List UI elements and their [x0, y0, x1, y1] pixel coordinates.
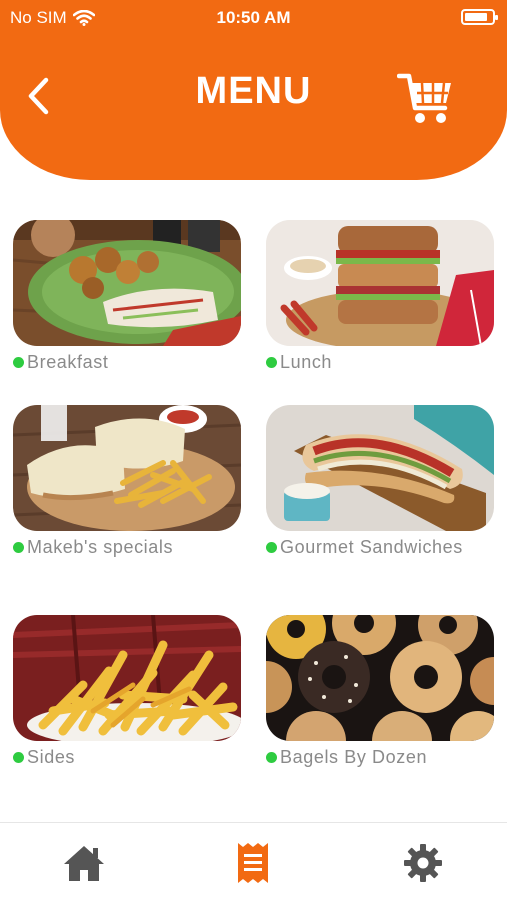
status-bar: No SIM 10:50 AM: [0, 0, 507, 34]
home-icon: [64, 846, 104, 881]
category-tile-breakfast[interactable]: Breakfast: [13, 220, 241, 374]
category-label: Sides: [13, 745, 241, 769]
header-bar: No SIM 10:50 AM MENU: [0, 0, 507, 180]
nav-settings[interactable]: [399, 841, 447, 885]
nav-home[interactable]: [60, 841, 108, 885]
sides-image: [13, 615, 241, 741]
status-dot-icon: [266, 357, 277, 368]
category-tile-lunch[interactable]: Lunch: [266, 220, 494, 374]
category-tile-sides[interactable]: Sides: [13, 615, 241, 769]
status-dot-icon: [13, 357, 24, 368]
status-time: 10:50 AM: [216, 8, 291, 27]
category-label: Makeb's specials: [13, 535, 241, 559]
category-label: Gourmet Sandwiches: [266, 535, 494, 559]
category-tile-bagels-by-dozen[interactable]: Bagels By Dozen: [266, 615, 494, 769]
status-dot-icon: [266, 542, 277, 553]
category-tile-gourmet-sandwiches[interactable]: Gourmet Sandwiches: [266, 405, 494, 559]
category-label: Breakfast: [13, 350, 241, 374]
status-dot-icon: [13, 752, 24, 763]
bagels-by-dozen-image: [266, 615, 494, 741]
lunch-image: [266, 220, 494, 346]
category-tile-makebs-specials[interactable]: Makeb's specials: [13, 405, 241, 559]
cart-button[interactable]: [396, 70, 457, 130]
cart-icon: [396, 73, 451, 123]
gourmet-sandwiches-image: [266, 405, 494, 531]
nav-menu[interactable]: [229, 841, 277, 885]
breakfast-image: [13, 220, 241, 346]
receipt-icon: [238, 843, 268, 883]
category-label: Bagels By Dozen: [266, 745, 494, 769]
status-dot-icon: [266, 752, 277, 763]
gear-icon: [404, 844, 442, 882]
makebs-specials-image: [13, 405, 241, 531]
battery-level: [465, 13, 487, 21]
status-dot-icon: [13, 542, 24, 553]
category-label: Lunch: [266, 350, 494, 374]
battery-icon: [461, 9, 498, 25]
bottom-nav: [0, 822, 507, 900]
